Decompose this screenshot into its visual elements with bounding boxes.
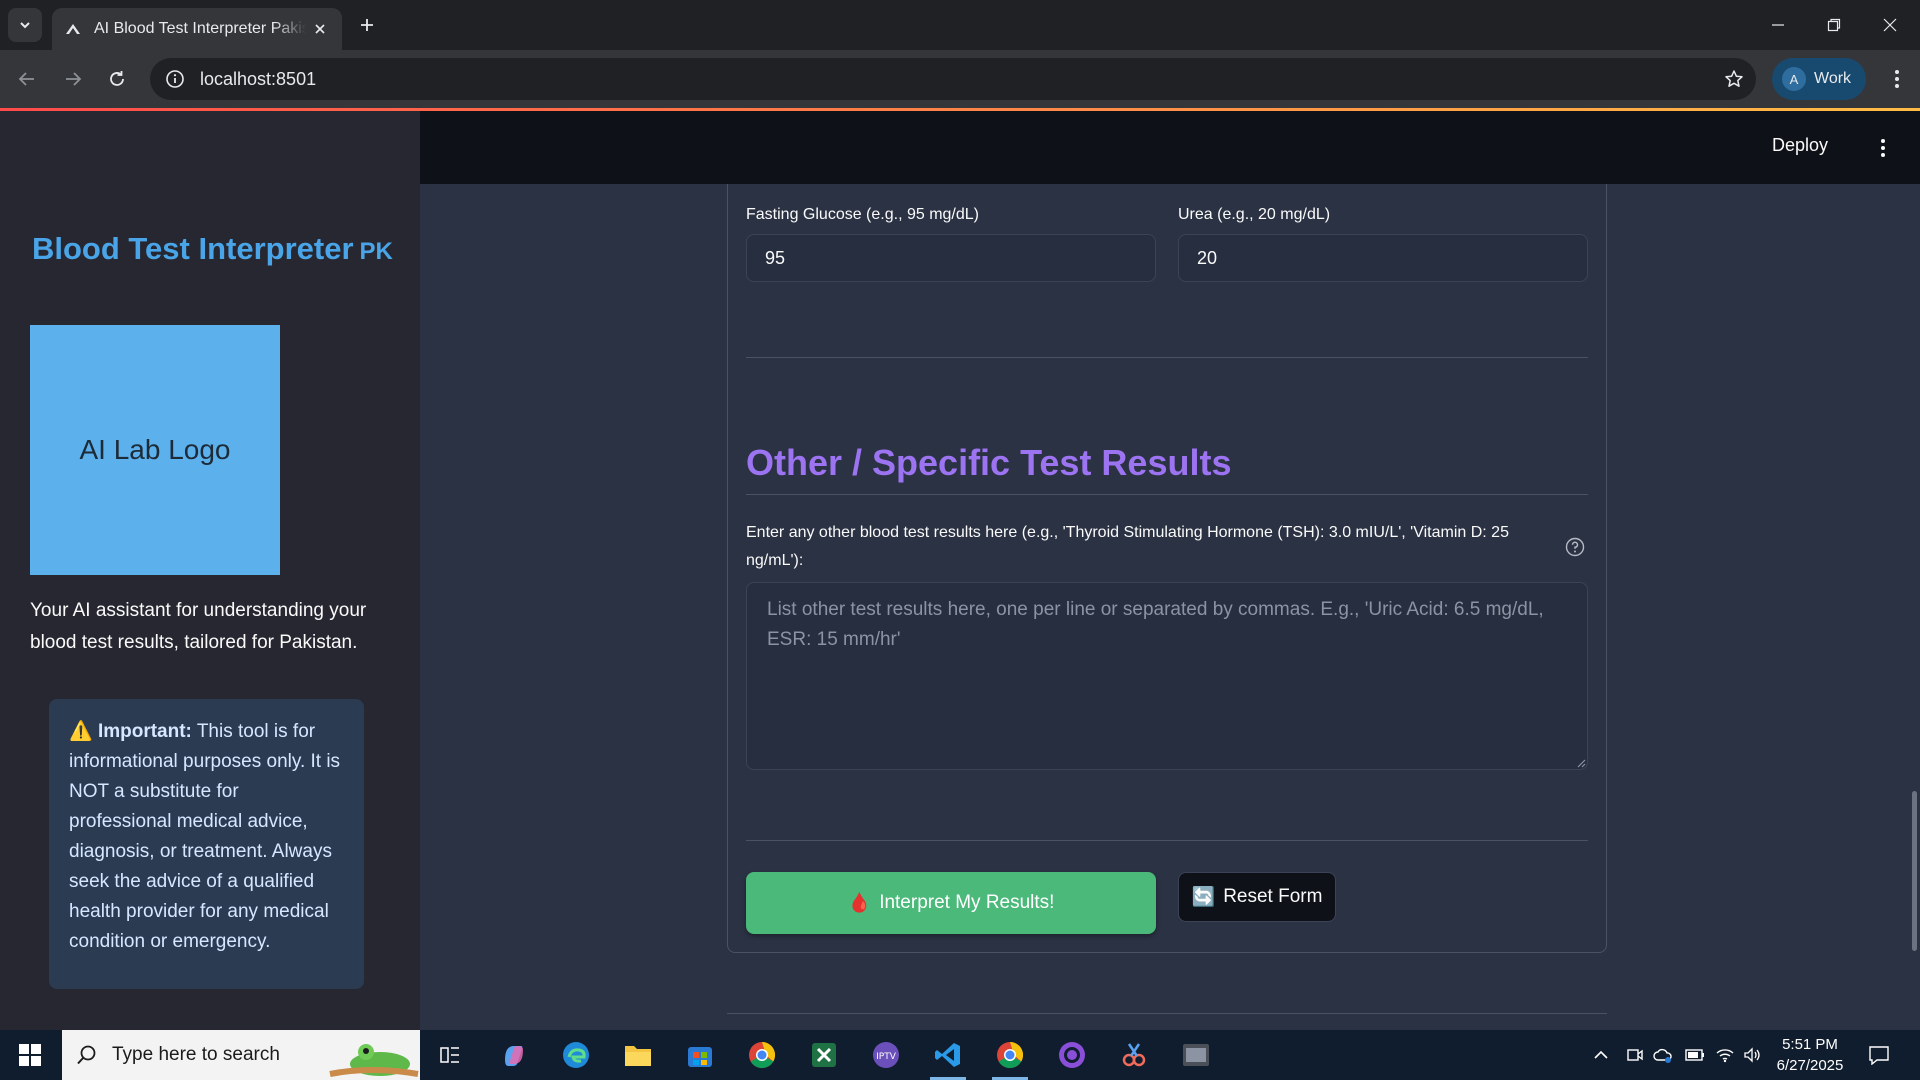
sidebar-title-suffix: PK (359, 238, 393, 265)
kebab-menu-icon (1881, 139, 1885, 157)
close-tab-icon[interactable] (310, 19, 330, 39)
other-tests-label: Enter any other blood test results here … (746, 524, 1509, 569)
close-window-button[interactable] (1862, 0, 1918, 50)
chrome-icon[interactable] (986, 1035, 1034, 1080)
arrow-left-icon (18, 72, 34, 86)
disclaimer-alert: ⚠️ Important: This tool is for informati… (49, 699, 364, 989)
warning-icon: ⚠️ (69, 721, 93, 742)
urea-input[interactable]: 20 (1178, 234, 1588, 282)
windows-taskbar: Type here to search IPTV 5:51 PM 6/27/20… (0, 1030, 1920, 1080)
logo-text: AI Lab Logo (79, 434, 231, 465)
search-icon (77, 1045, 96, 1065)
interpret-results-button[interactable]: 🩸 Interpret My Results! (746, 872, 1156, 934)
avatar: A (1782, 67, 1806, 91)
restore-icon (1827, 18, 1841, 32)
reload-button[interactable] (100, 62, 134, 96)
plus-icon (361, 19, 373, 31)
forward-button[interactable] (56, 62, 90, 96)
app-header: Deploy (420, 111, 1920, 184)
active-tab[interactable]: AI Blood Test Interpreter Pakistan (52, 8, 342, 50)
other-tests-textarea[interactable]: List other test results here, one per li… (746, 582, 1588, 770)
warning-text: This tool is for informational purposes … (69, 721, 341, 952)
tab-title: AI Blood Test Interpreter Pakistan (94, 20, 306, 37)
clock-date: 6/27/2025 (1776, 1057, 1844, 1074)
site-info-icon[interactable] (164, 68, 186, 90)
close-icon (1883, 18, 1897, 32)
excel-icon[interactable] (800, 1035, 848, 1075)
fasting-glucose-input[interactable]: 95 (746, 234, 1156, 282)
chrome-profile-icon[interactable] (738, 1035, 786, 1075)
wifi-icon[interactable] (1714, 1044, 1736, 1066)
edge-browser-icon[interactable] (552, 1035, 600, 1075)
blood-drop-icon: 🩸 (847, 893, 872, 914)
fasting-glucose-label: Fasting Glucose (e.g., 95 mg/dL) (746, 206, 979, 223)
notification-center-icon[interactable] (1864, 1040, 1894, 1070)
svg-text:IPTV: IPTV (876, 1052, 897, 1062)
browser-tab-strip: AI Blood Test Interpreter Pakistan (0, 0, 1920, 50)
volume-icon[interactable] (1742, 1044, 1764, 1066)
github-desktop-icon[interactable] (1048, 1035, 1096, 1075)
logo-image: AI Lab Logo (30, 325, 280, 575)
minimize-icon (1772, 24, 1784, 26)
windows-logo-icon (19, 1044, 41, 1066)
chevron-down-icon (20, 22, 30, 29)
sidebar-title: Blood Test Interpreter PK (32, 231, 393, 267)
sidebar-description: Your AI assistant for understanding your… (30, 600, 367, 653)
file-explorer-icon[interactable] (614, 1035, 662, 1075)
copilot-icon[interactable] (490, 1035, 538, 1075)
back-button[interactable] (10, 62, 44, 96)
bookmark-star-icon[interactable] (1722, 67, 1746, 91)
heading-underline (746, 494, 1588, 495)
search-placeholder: Type here to search (112, 1044, 280, 1065)
reset-button-label: Reset Form (1223, 886, 1323, 907)
sidebar-title-text: Blood Test Interpreter (32, 231, 354, 266)
iptv-icon[interactable]: IPTV (862, 1035, 910, 1075)
help-icon[interactable] (1564, 536, 1586, 558)
warning-heading: Important: (97, 721, 192, 742)
frog-illustration-icon (329, 1044, 419, 1077)
browser-toolbar: localhost:8501 A Work (0, 50, 1920, 108)
profile-label: Work (1814, 70, 1852, 87)
sidebar: Blood Test Interpreter PK AI Lab Logo You… (0, 111, 420, 1030)
chevron-up-icon[interactable] (1590, 1044, 1612, 1066)
app-window-icon[interactable] (1172, 1035, 1220, 1075)
vscode-icon[interactable] (924, 1035, 972, 1080)
streamlit-favicon-icon (64, 20, 82, 38)
app-menu-button[interactable] (1868, 133, 1898, 163)
resize-handle-icon[interactable] (1576, 758, 1586, 768)
divider (727, 1013, 1607, 1014)
tab-search-button[interactable] (8, 8, 42, 42)
url-text: localhost:8501 (200, 68, 317, 89)
blood-test-form: Fasting Glucose (e.g., 95 mg/dL) 95 Urea… (727, 184, 1607, 953)
battery-icon[interactable] (1684, 1044, 1706, 1066)
deploy-button[interactable]: Deploy (1772, 135, 1828, 156)
meet-now-icon[interactable] (1624, 1044, 1646, 1066)
task-view-icon[interactable] (426, 1035, 474, 1075)
arrow-right-icon (66, 72, 82, 86)
snipping-tool-icon[interactable] (1110, 1035, 1158, 1075)
kebab-menu-icon (1895, 70, 1899, 88)
divider (746, 357, 1588, 358)
browser-menu-button[interactable] (1880, 62, 1914, 96)
system-clock[interactable]: 5:51 PM 6/27/2025 (1770, 1034, 1850, 1076)
microsoft-store-icon[interactable] (676, 1035, 724, 1075)
new-tab-button[interactable] (352, 10, 382, 40)
reload-icon (110, 71, 124, 86)
other-tests-heading: Other / Specific Test Results (746, 442, 1232, 483)
scrollbar[interactable] (1912, 791, 1917, 951)
refresh-icon: 🔄 (1191, 887, 1216, 908)
profile-button[interactable]: A Work (1772, 58, 1866, 100)
minimize-button[interactable] (1750, 0, 1806, 50)
main-content: Deploy Fasting Glucose (e.g., 95 mg/dL) … (420, 111, 1920, 1030)
reset-form-button[interactable]: 🔄 Reset Form (1178, 872, 1336, 922)
urea-label: Urea (e.g., 20 mg/dL) (1178, 206, 1331, 223)
interpret-button-label: Interpret My Results! (879, 892, 1055, 913)
restore-button[interactable] (1806, 0, 1862, 50)
divider (746, 840, 1588, 841)
onedrive-icon[interactable] (1652, 1044, 1674, 1066)
taskbar-search[interactable]: Type here to search (62, 1030, 420, 1080)
address-bar[interactable]: localhost:8501 (150, 58, 1756, 100)
clock-time: 5:51 PM (1782, 1036, 1838, 1053)
start-button[interactable] (0, 1030, 60, 1080)
